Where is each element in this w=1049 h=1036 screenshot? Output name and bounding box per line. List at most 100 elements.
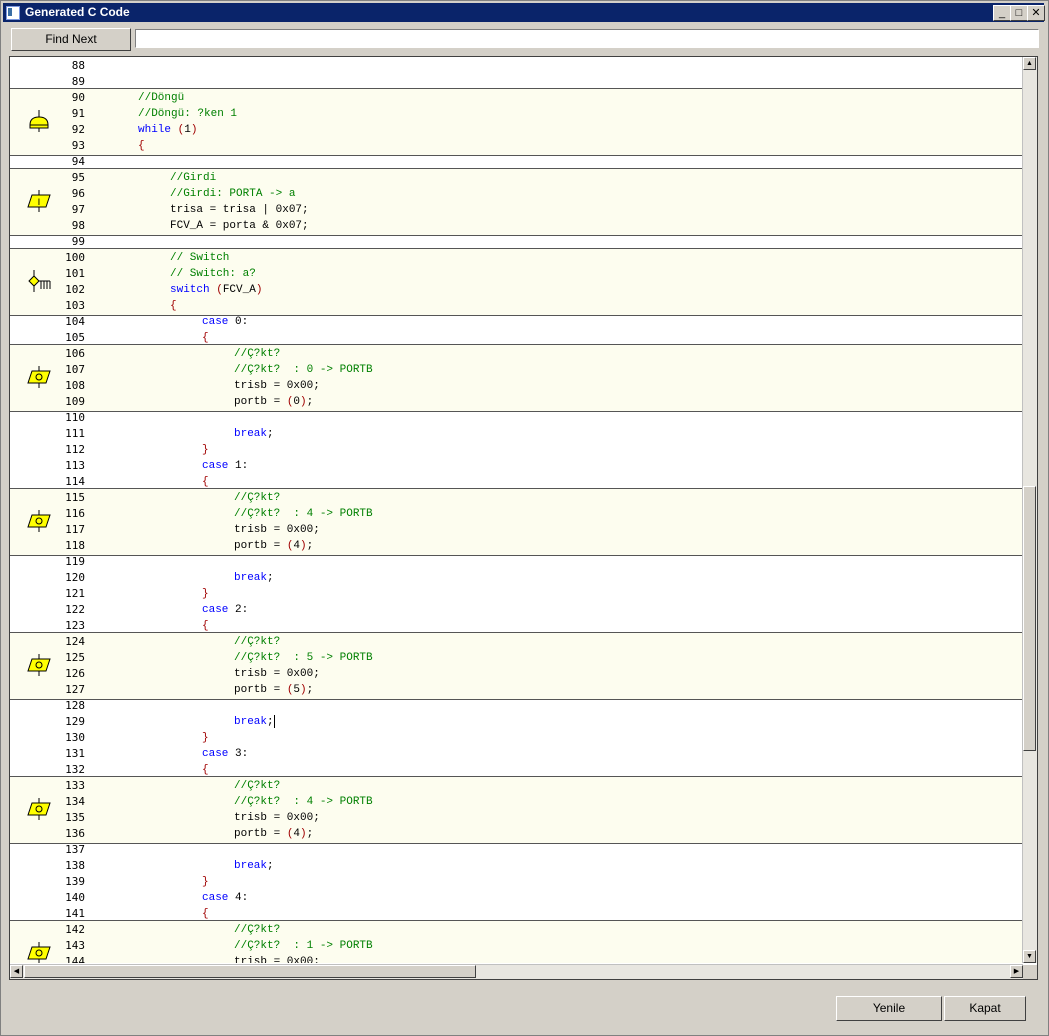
code-line[interactable]: 122 case 2: bbox=[10, 602, 1023, 618]
maximize-button[interactable]: □ bbox=[1010, 5, 1028, 21]
code-line[interactable]: 88 bbox=[10, 58, 1023, 74]
code-line[interactable]: 136 portb = (4); bbox=[10, 826, 1023, 842]
comment-token: //Ç?kt? bbox=[234, 492, 281, 504]
code-line[interactable]: 120 break; bbox=[10, 570, 1023, 586]
code-line[interactable]: 141 { bbox=[10, 906, 1023, 922]
code-line[interactable]: 137 bbox=[10, 842, 1023, 858]
line-number: 130 bbox=[65, 731, 85, 744]
horizontal-scroll-thumb[interactable] bbox=[24, 965, 476, 978]
code-line[interactable]: 92 while (1) bbox=[10, 122, 1023, 138]
code-line[interactable]: 112} bbox=[10, 442, 1023, 458]
scroll-left-arrow-icon[interactable]: ◀ bbox=[10, 965, 23, 978]
code-line[interactable]: 135 trisb = 0x00; bbox=[10, 810, 1023, 826]
code-line[interactable]: 104 case 0: bbox=[10, 314, 1023, 330]
code-editor[interactable]: I 88 89 90//Döngü 91//Döngü: ?ken 1 92 while (… bbox=[9, 56, 1038, 980]
code-line[interactable]: 138 break; bbox=[10, 858, 1023, 874]
code-line[interactable]: 105 { bbox=[10, 330, 1023, 346]
close-dialog-button[interactable]: Kapat bbox=[944, 996, 1026, 1021]
line-number: 120 bbox=[65, 571, 85, 584]
code-line[interactable]: 89 bbox=[10, 74, 1023, 90]
code-line[interactable]: 119 bbox=[10, 554, 1023, 570]
vertical-scroll-thumb[interactable] bbox=[1023, 486, 1036, 751]
code-line[interactable]: 109 portb = (0); bbox=[10, 394, 1023, 410]
code-area[interactable]: I 88 89 90//Döngü 91//Döngü: ?ken 1 92 while (… bbox=[10, 57, 1023, 963]
code-text: trisb = 0x00; bbox=[234, 378, 320, 394]
code-line[interactable]: 131 case 3: bbox=[10, 746, 1023, 762]
code-line[interactable]: 133 //Ç?kt? bbox=[10, 778, 1023, 794]
scroll-right-arrow-icon[interactable]: ▶ bbox=[1010, 965, 1023, 978]
code-line[interactable]: 130} bbox=[10, 730, 1023, 746]
minimize-button[interactable]: _ bbox=[993, 5, 1011, 21]
line-number: 95 bbox=[71, 171, 85, 184]
code-text: trisb = 0x00; bbox=[234, 666, 320, 682]
code-line[interactable]: 126 trisb = 0x00; bbox=[10, 666, 1023, 682]
code-line[interactable]: 140 case 4: bbox=[10, 890, 1023, 906]
close-button[interactable]: ✕ bbox=[1027, 5, 1045, 21]
vertical-scrollbar[interactable]: ▲ ▼ bbox=[1022, 57, 1037, 963]
code-token: ; bbox=[306, 396, 314, 408]
code-line[interactable]: 96 //Girdi: PORTA -> a bbox=[10, 186, 1023, 202]
code-line[interactable]: 144 trisb = 0x00; bbox=[10, 954, 1023, 963]
line-number: 89 bbox=[71, 75, 85, 88]
scroll-up-arrow-icon[interactable]: ▲ bbox=[1023, 57, 1036, 70]
code-line[interactable]: 113 case 1: bbox=[10, 458, 1023, 474]
bracket-token: { bbox=[202, 332, 209, 344]
code-line[interactable]: 125 //Ç?kt? : 5 -> PORTB bbox=[10, 650, 1023, 666]
bracket-token: } bbox=[202, 876, 209, 888]
code-line[interactable]: 118 portb = (4); bbox=[10, 538, 1023, 554]
code-line[interactable]: 124 //Ç?kt? bbox=[10, 634, 1023, 650]
code-token: ; bbox=[306, 540, 314, 552]
code-line[interactable]: 123 { bbox=[10, 618, 1023, 634]
code-line[interactable]: 134 //Ç?kt? : 4 -> PORTB bbox=[10, 794, 1023, 810]
code-text: while (1) bbox=[138, 122, 197, 138]
code-line[interactable]: 90 //Döngü bbox=[10, 90, 1023, 106]
code-line[interactable]: 127 portb = (5); bbox=[10, 682, 1023, 698]
code-line[interactable]: 129 break; bbox=[10, 714, 1023, 730]
bracket-token: ( bbox=[216, 284, 223, 296]
comment-token: // Switch bbox=[170, 252, 230, 264]
find-next-button[interactable]: Find Next bbox=[11, 28, 131, 51]
code-line[interactable]: 116 //Ç?kt? : 4 -> PORTB bbox=[10, 506, 1023, 522]
code-line[interactable]: 93 { bbox=[10, 138, 1023, 154]
code-text: //Ç?kt? bbox=[234, 778, 280, 794]
code-line[interactable]: 99 bbox=[10, 234, 1023, 250]
code-line[interactable]: 100 // Switch bbox=[10, 250, 1023, 266]
code-line[interactable]: 121} bbox=[10, 586, 1023, 602]
code-line[interactable]: 106 //Ç?kt? bbox=[10, 346, 1023, 362]
code-line[interactable]: 107 //Ç?kt? : 0 -> PORTB bbox=[10, 362, 1023, 378]
code-line[interactable]: 139} bbox=[10, 874, 1023, 890]
code-line[interactable]: 95 //Girdi bbox=[10, 170, 1023, 186]
code-token: ; bbox=[267, 716, 274, 728]
code-line[interactable]: 115 //Ç?kt? bbox=[10, 490, 1023, 506]
code-line[interactable]: 102 switch (FCV_A) bbox=[10, 282, 1023, 298]
code-line[interactable]: 98 FCV_A = porta & 0x07; bbox=[10, 218, 1023, 234]
code-line[interactable]: 117 trisb = 0x00; bbox=[10, 522, 1023, 538]
comment-token: //Girdi: PORTA -> a bbox=[170, 188, 296, 200]
code-line[interactable]: 132 { bbox=[10, 762, 1023, 778]
code-line[interactable]: 142 //Ç?kt? bbox=[10, 922, 1023, 938]
code-token: trisb = 0x00; bbox=[234, 956, 320, 963]
code-line[interactable]: 91 //Döngü: ?ken 1 bbox=[10, 106, 1023, 122]
code-text: //Döngü: ?ken 1 bbox=[138, 106, 237, 122]
line-number: 139 bbox=[65, 875, 85, 888]
comment-token: //Döngü bbox=[138, 92, 185, 104]
horizontal-scrollbar[interactable]: ◀ ▶ bbox=[10, 964, 1023, 979]
code-line[interactable]: 114 { bbox=[10, 474, 1023, 490]
code-line[interactable]: 101 // Switch: a? bbox=[10, 266, 1023, 282]
code-line[interactable]: 128 bbox=[10, 698, 1023, 714]
code-text: //Girdi: PORTA -> a bbox=[170, 186, 295, 202]
title-bar[interactable]: Generated C Code _ □ ✕ bbox=[3, 3, 1045, 22]
code-line[interactable]: 143 //Ç?kt? : 1 -> PORTB bbox=[10, 938, 1023, 954]
code-line[interactable]: 110 bbox=[10, 410, 1023, 426]
code-text: trisb = 0x00; bbox=[234, 810, 320, 826]
code-text: break; bbox=[234, 570, 274, 586]
code-line[interactable]: 94 bbox=[10, 154, 1023, 170]
code-line[interactable]: 111 break; bbox=[10, 426, 1023, 442]
code-token: ; bbox=[306, 684, 314, 696]
code-line[interactable]: 108 trisb = 0x00; bbox=[10, 378, 1023, 394]
code-line[interactable]: 103 { bbox=[10, 298, 1023, 314]
refresh-button[interactable]: Yenile bbox=[836, 996, 942, 1021]
code-line[interactable]: 97 trisa = trisa | 0x07; bbox=[10, 202, 1023, 218]
scroll-down-arrow-icon[interactable]: ▼ bbox=[1023, 950, 1036, 963]
find-input[interactable] bbox=[135, 29, 1039, 48]
